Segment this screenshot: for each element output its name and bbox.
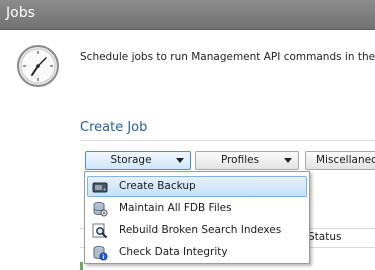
data-integrity-icon — [93, 246, 108, 261]
status-column-header[interactable]: Status — [308, 231, 341, 243]
miscellaneous-button-label: Miscellaneous — [316, 154, 375, 166]
menu-item-create-backup[interactable]: Create Backup — [87, 176, 307, 197]
menu-item-rebuild-search-indexes[interactable]: Rebuild Broken Search Indexes — [87, 220, 307, 241]
menu-item-maintain-fdb-files[interactable]: Maintain All FDB Files — [87, 198, 307, 219]
menu-item-label: Check Data Integrity — [119, 246, 228, 258]
storage-dropdown-menu: Create Backup Maintain All FDB Files Reb… — [84, 171, 310, 264]
miscellaneous-dropdown-button[interactable]: Miscellaneous — [305, 151, 375, 170]
chevron-down-icon — [284, 158, 292, 163]
profiles-dropdown-button[interactable]: Profiles — [195, 151, 299, 170]
page-description: Schedule jobs to run Management API comm… — [80, 51, 375, 63]
menu-item-label: Rebuild Broken Search Indexes — [119, 224, 282, 236]
menu-item-check-data-integrity[interactable]: Check Data Integrity — [87, 242, 307, 263]
menu-item-label: Maintain All FDB Files — [119, 202, 232, 214]
chevron-down-icon — [176, 158, 184, 163]
profiles-button-label: Profiles — [220, 154, 260, 166]
database-icon — [93, 202, 108, 217]
storage-button-label: Storage — [110, 154, 152, 166]
backup-drive-icon — [92, 182, 108, 193]
row-indicator — [80, 262, 83, 270]
section-title: Create Job — [80, 120, 148, 135]
search-index-icon — [92, 223, 108, 239]
storage-dropdown-button[interactable]: Storage — [85, 151, 191, 170]
section-divider — [80, 140, 375, 141]
title-bar: Jobs — [0, 0, 375, 30]
menu-item-label: Create Backup — [119, 180, 196, 192]
clock-icon — [17, 45, 59, 87]
window-title: Jobs — [6, 5, 35, 21]
